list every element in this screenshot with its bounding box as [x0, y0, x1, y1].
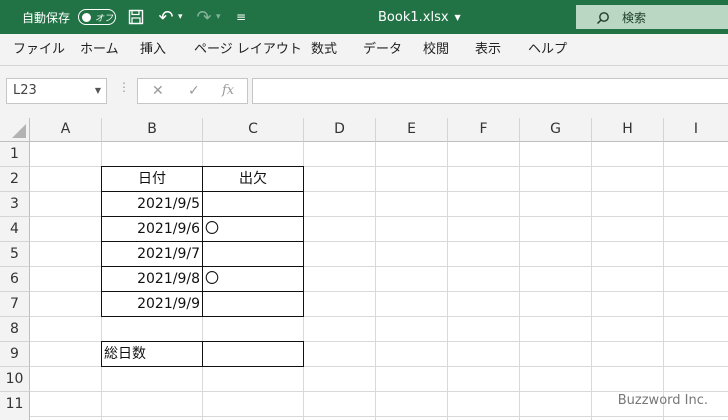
tab-insert[interactable]: 挿入: [140, 34, 166, 66]
tab-review[interactable]: 校閲: [423, 34, 449, 66]
column-header-h[interactable]: H: [592, 118, 664, 142]
row-header-8[interactable]: 8: [0, 317, 30, 342]
autosave-toggle[interactable]: オフ: [78, 9, 116, 25]
row-header-2[interactable]: 2: [0, 167, 30, 192]
toggle-knob: [82, 12, 91, 22]
redo-dropdown-icon[interactable]: ▾: [216, 0, 221, 34]
column-header-e[interactable]: E: [376, 118, 448, 142]
column-header-c[interactable]: C: [203, 118, 304, 142]
gridline: [591, 142, 592, 420]
undo-dropdown-icon[interactable]: ▾: [178, 0, 183, 34]
watermark: Buzzword Inc.: [617, 393, 708, 408]
document-title-text: Book1.xlsx: [378, 9, 449, 25]
row-header-7[interactable]: 7: [0, 292, 30, 317]
gridline: [30, 391, 728, 392]
column-header-i[interactable]: I: [664, 118, 728, 142]
cell-b2-header-date[interactable]: 日付: [101, 166, 203, 192]
cell-b5-date[interactable]: 2021/9/7: [101, 241, 203, 267]
column-header-b[interactable]: B: [102, 118, 203, 142]
cell-c5-attendance[interactable]: [202, 241, 304, 267]
row-header-11[interactable]: 11: [0, 392, 30, 420]
title-bar: 自動保存 オフ ↶ ▾ ↷ ▾ ≡ Book1.xlsx ▼ 検索: [0, 0, 728, 34]
column-header-g[interactable]: G: [520, 118, 592, 142]
autosave-label: 自動保存: [22, 10, 71, 25]
cell-c6-attendance[interactable]: 〇: [202, 266, 304, 292]
cell-c2-header-attendance[interactable]: 出欠: [202, 166, 304, 192]
column-header-a[interactable]: A: [30, 118, 102, 142]
chevron-down-icon: ▼: [454, 12, 461, 22]
row-header-5[interactable]: 5: [0, 242, 30, 267]
tab-data[interactable]: データ: [363, 34, 402, 66]
cell-b4-date[interactable]: 2021/9/6: [101, 216, 203, 242]
enter-icon[interactable]: ✓: [188, 79, 200, 103]
tab-view[interactable]: 表示: [475, 34, 501, 66]
gridline: [375, 142, 376, 420]
formula-input[interactable]: [252, 78, 728, 104]
cell-c3-attendance[interactable]: [202, 191, 304, 217]
ribbon-tabs: ファイル ホーム 挿入 ページ レイアウト 数式 データ 校閲 表示 ヘルプ: [0, 34, 728, 66]
undo-icon[interactable]: ↶: [156, 0, 176, 34]
column-header-f[interactable]: F: [448, 118, 520, 142]
tab-home[interactable]: ホーム: [80, 34, 119, 66]
cell-b9-total-label[interactable]: 総日数: [101, 341, 203, 367]
tab-help[interactable]: ヘルプ: [528, 34, 567, 66]
row-header-6[interactable]: 6: [0, 267, 30, 292]
cell-b6-date[interactable]: 2021/9/8: [101, 266, 203, 292]
cell-b7-date[interactable]: 2021/9/9: [101, 291, 203, 317]
gridline: [447, 142, 448, 420]
row-header-9[interactable]: 9: [0, 342, 30, 367]
column-header-d[interactable]: D: [304, 118, 376, 142]
search-box[interactable]: 検索: [576, 5, 728, 29]
row-header-4[interactable]: 4: [0, 217, 30, 242]
worksheet-grid[interactable]: A B C D E F G H I 1 2 3 4 5 6 7 8 9 10 1…: [0, 118, 728, 420]
cancel-icon[interactable]: ✕: [152, 79, 164, 103]
gridline: [519, 142, 520, 420]
tab-page-layout[interactable]: ページ レイアウト: [194, 34, 302, 66]
insert-function-icon[interactable]: fx: [222, 79, 234, 103]
customize-toolbar-icon[interactable]: ≡: [236, 0, 246, 34]
select-all-corner[interactable]: [0, 118, 30, 142]
search-placeholder: 検索: [622, 10, 647, 25]
formula-bar-grip-icon[interactable]: ⋮: [118, 80, 130, 94]
name-box-value: L23: [13, 83, 37, 98]
cell-c7-attendance[interactable]: [202, 291, 304, 317]
formula-bar: L23 ▼ ⋮ ✕ ✓ fx: [0, 66, 728, 118]
formula-buttons: ✕ ✓ fx: [137, 78, 248, 104]
cell-c4-attendance[interactable]: 〇: [202, 216, 304, 242]
cell-c9-total-value[interactable]: [202, 341, 304, 367]
search-icon: [596, 11, 609, 25]
document-title[interactable]: Book1.xlsx ▼: [378, 0, 461, 34]
row-header-1[interactable]: 1: [0, 142, 30, 167]
tab-file[interactable]: ファイル: [13, 34, 65, 66]
name-box[interactable]: L23 ▼: [6, 78, 107, 104]
redo-icon[interactable]: ↷: [194, 0, 214, 34]
select-all-triangle-icon: [12, 124, 26, 138]
gridline: [663, 142, 664, 420]
row-header-10[interactable]: 10: [0, 367, 30, 392]
chevron-down-icon[interactable]: ▼: [95, 79, 101, 103]
autosave-state: オフ: [95, 13, 114, 24]
cell-b3-date[interactable]: 2021/9/5: [101, 191, 203, 217]
gridline: [30, 416, 728, 417]
row-header-3[interactable]: 3: [0, 192, 30, 217]
tab-formulas[interactable]: 数式: [311, 34, 337, 66]
save-icon[interactable]: [126, 0, 146, 34]
